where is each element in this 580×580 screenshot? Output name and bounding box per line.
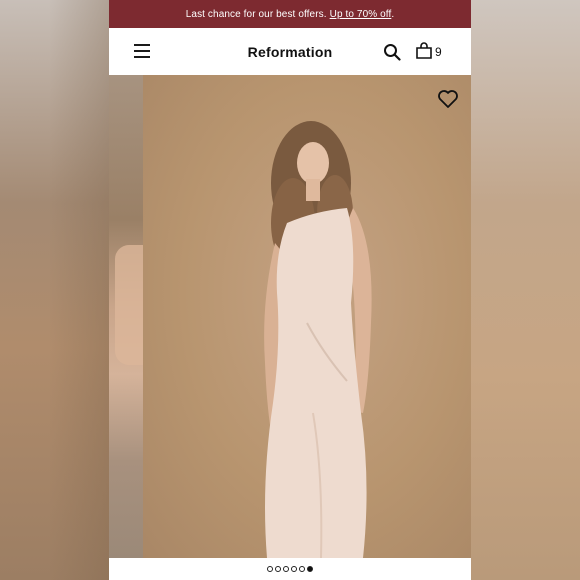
promo-link[interactable]: Up to 70% off bbox=[330, 9, 392, 20]
promo-banner: Last chance for our best offers. Up to 7… bbox=[109, 0, 471, 28]
promo-suffix: . bbox=[391, 8, 395, 20]
menu-icon[interactable] bbox=[134, 44, 150, 58]
heart-icon[interactable] bbox=[437, 89, 459, 109]
brand-logo[interactable]: Reformation bbox=[248, 44, 333, 60]
pagination-dot[interactable] bbox=[275, 566, 281, 572]
search-icon[interactable] bbox=[383, 43, 401, 61]
bag-icon[interactable] bbox=[415, 42, 433, 60]
pagination-dot[interactable] bbox=[267, 566, 273, 572]
pagination-dot[interactable] bbox=[291, 566, 297, 572]
gallery-pagination bbox=[109, 558, 471, 580]
promo-text: Last chance for our best offers. bbox=[185, 8, 327, 20]
backdrop-right bbox=[471, 0, 580, 580]
bag-count: 9 bbox=[435, 45, 442, 59]
pagination-dot-active[interactable] bbox=[307, 566, 313, 572]
product-image[interactable] bbox=[143, 75, 471, 558]
pagination-dot[interactable] bbox=[283, 566, 289, 572]
pagination-dot[interactable] bbox=[299, 566, 305, 572]
site-header: Reformation 9 bbox=[109, 28, 471, 75]
product-gallery[interactable] bbox=[109, 75, 471, 558]
mobile-screen: Last chance for our best offers. Up to 7… bbox=[109, 0, 471, 580]
previous-slide-peek[interactable] bbox=[109, 75, 143, 558]
model-photo bbox=[264, 121, 372, 558]
backdrop-left bbox=[0, 0, 109, 580]
